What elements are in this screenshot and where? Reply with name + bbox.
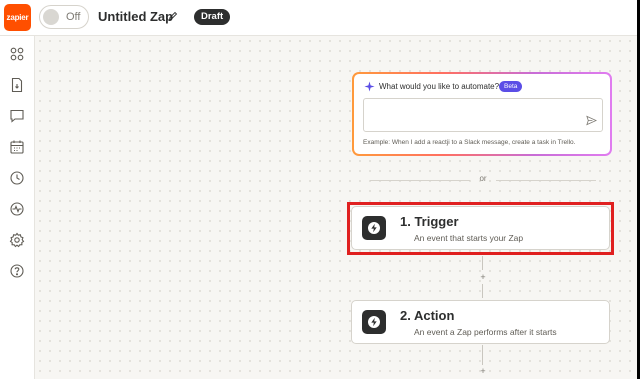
lightning-icon [362,310,386,334]
zap-on-off-toggle[interactable]: Off [39,5,89,29]
top-header: zapier Off Untitled Zap Draft [0,0,637,36]
action-step-card[interactable]: 2. Action An event a Zap performs after … [351,300,610,344]
trigger-highlight-box [347,202,614,255]
history-icon[interactable] [9,170,25,186]
divider-line-right [496,180,596,181]
or-divider-text: or [479,174,487,183]
connector-line [482,256,483,270]
status-badge: Draft [194,9,231,25]
apps-icon[interactable] [9,46,25,62]
step-title: 2. Action [400,308,455,323]
zap-title[interactable]: Untitled Zap [98,9,173,24]
connector-line [482,284,483,298]
add-step-button[interactable]: + [478,366,488,376]
file-icon[interactable] [9,77,25,93]
edit-pencil-icon[interactable] [168,11,178,21]
connector-line [482,345,483,365]
comment-icon[interactable] [9,108,25,124]
calendar-icon[interactable] [9,139,25,155]
toggle-label: Off [66,11,81,23]
help-icon[interactable] [9,263,25,279]
settings-icon[interactable] [9,232,25,248]
step-subtitle: An event a Zap performs after it starts [414,327,557,337]
copilot-question: What would you like to automate? [379,82,500,91]
copilot-panel: What would you like to automate? Beta Ex… [352,72,612,156]
beta-badge: Beta [499,81,523,92]
copilot-example-text: Example: When I add a reactji to a Slack… [363,139,576,146]
activity-icon[interactable] [9,201,25,217]
app-window: zapier Off Untitled Zap Draft What would… [0,0,637,379]
sparkle-icon [364,81,375,92]
automation-prompt-input[interactable] [363,98,603,132]
divider-line-left [370,180,470,181]
left-sidebar [0,36,35,379]
zapier-logo[interactable]: zapier [4,4,31,31]
add-step-button[interactable]: + [478,272,488,282]
send-icon[interactable] [586,115,597,126]
toggle-knob [43,9,59,25]
